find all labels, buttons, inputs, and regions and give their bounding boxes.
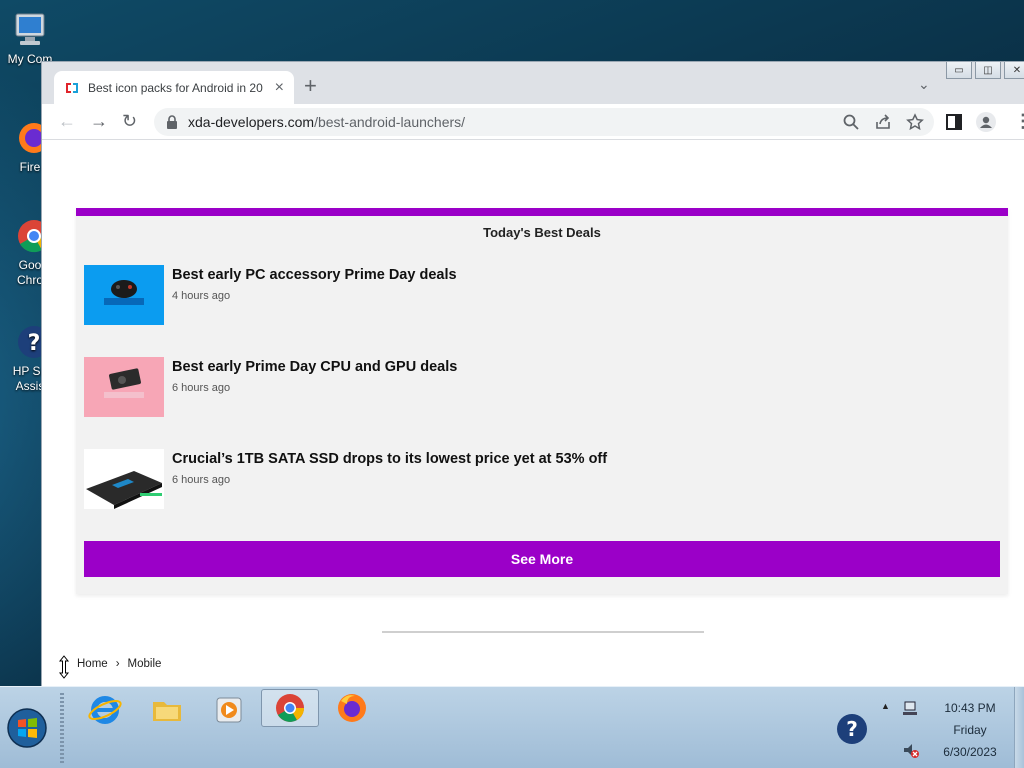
menu-kebab-icon[interactable]: ⋮: [1014, 111, 1024, 131]
svg-text:?: ?: [846, 717, 858, 741]
network-icon[interactable]: [902, 699, 920, 717]
content-divider: [382, 631, 704, 633]
clock-date: 6/30/2023: [943, 745, 997, 759]
breadcrumb: Home › Mobile: [77, 658, 161, 670]
back-arrow-icon[interactable]: ←: [58, 111, 76, 131]
xda-favicon-icon: [66, 82, 78, 93]
system-tray: ? ▲ 10:43 PM Friday 6/30/2023: [837, 687, 1024, 768]
profile-avatar-icon[interactable]: [976, 112, 996, 132]
search-icon[interactable]: [842, 113, 860, 131]
deal-title[interactable]: Best early PC accessory Prime Day deals: [172, 267, 457, 283]
forward-arrow-icon[interactable]: →: [90, 111, 108, 131]
deal-item[interactable]: Best early Prime Day CPU and GPU deals 6…: [84, 357, 457, 417]
desktop-icon-my-computer[interactable]: My Com: [0, 10, 60, 67]
deal-time: 6 hours ago: [172, 382, 231, 394]
reload-icon[interactable]: ↻: [122, 111, 137, 131]
maximize-button[interactable]: ◫: [975, 62, 1001, 79]
show-hidden-icons-arrow-icon[interactable]: ▲: [881, 701, 890, 711]
breadcrumb-separator-icon: ›: [115, 658, 120, 670]
browser-window: Best icon packs for Android in 20 × + ⌄ …: [41, 61, 1024, 687]
minimize-button[interactable]: ▭: [946, 62, 972, 79]
tab-active[interactable]: Best icon packs for Android in 20 ×: [54, 71, 294, 104]
deal-time: 4 hours ago: [172, 290, 231, 302]
deal-time: 6 hours ago: [172, 474, 231, 486]
clock-day: Friday: [953, 723, 987, 737]
gpu-card-icon: [104, 368, 144, 398]
chrome-icon: [276, 694, 304, 722]
tab-search-chevron-icon[interactable]: ⌄: [918, 76, 930, 93]
lock-icon: [167, 115, 177, 129]
tab-bar: Best icon packs for Android in 20 × + ⌄ …: [42, 62, 1024, 104]
breadcrumb-mobile-link[interactable]: Mobile: [128, 658, 162, 670]
window-controls: ▭ ◫ ✕: [946, 62, 1024, 79]
tab-close-icon[interactable]: ×: [275, 79, 284, 96]
deals-heading: Today's Best Deals: [483, 225, 601, 240]
ssd-drive-icon: [86, 471, 162, 509]
deal-thumbnail[interactable]: [84, 449, 164, 509]
share-icon[interactable]: [874, 113, 892, 131]
deal-item[interactable]: Best early PC accessory Prime Day deals …: [84, 265, 457, 325]
new-tab-button[interactable]: +: [304, 75, 317, 97]
taskbar-firefox[interactable]: [323, 689, 381, 727]
media-player-icon: [216, 697, 242, 723]
close-window-button[interactable]: ✕: [1004, 62, 1024, 79]
firefox-icon: [338, 694, 366, 722]
url-text: xda-developers.com/best-android-launcher…: [188, 114, 465, 130]
clock[interactable]: 10:43 PM Friday 6/30/2023: [932, 697, 1008, 763]
start-button-windows-icon[interactable]: [6, 707, 48, 749]
internet-explorer-icon: [88, 696, 122, 724]
deal-title[interactable]: Best early Prime Day CPU and GPU deals: [172, 359, 457, 375]
show-desktop-button[interactable]: [1014, 687, 1024, 768]
deal-title[interactable]: Crucial’s 1TB SATA SSD drops to its lowe…: [172, 451, 607, 467]
taskbar-internet-explorer[interactable]: [76, 691, 134, 729]
hp-support-help-icon[interactable]: ?: [836, 713, 868, 745]
clock-time: 10:43 PM: [944, 701, 996, 715]
computer-icon: [10, 10, 50, 50]
taskbar-grip: [60, 693, 64, 763]
taskbar-media-player[interactable]: [200, 691, 258, 729]
url-path: /best-android-launchers/: [314, 114, 466, 130]
page-content: Today's Best Deals Best early PC accesso…: [42, 141, 1024, 686]
deal-thumbnail[interactable]: [84, 357, 164, 417]
address-bar[interactable]: xda-developers.com/best-android-launcher…: [154, 108, 934, 136]
bookmark-star-icon[interactable]: [906, 113, 924, 131]
see-more-button[interactable]: See More: [84, 541, 1000, 577]
file-explorer-icon: [153, 702, 181, 721]
deal-item[interactable]: Crucial’s 1TB SATA SSD drops to its lowe…: [84, 449, 607, 509]
svg-text:?: ?: [28, 331, 41, 356]
breadcrumb-home-link[interactable]: Home: [77, 658, 108, 670]
url-host: xda-developers.com: [188, 114, 315, 130]
side-panel-icon[interactable]: [944, 112, 964, 132]
deals-widget: Today's Best Deals Best early PC accesso…: [76, 208, 1008, 594]
taskbar-chrome[interactable]: [261, 689, 319, 727]
browser-toolbar: ← → ↻ xda-developers.com/best-android-la…: [42, 104, 1024, 140]
taskbar-file-explorer[interactable]: [138, 691, 196, 729]
tab-title: Best icon packs for Android in 20: [88, 80, 263, 95]
gamepad-icon: [104, 280, 144, 305]
taskbar: ? ▲ 10:43 PM Friday 6/30/2023: [0, 686, 1024, 768]
deal-thumbnail[interactable]: [84, 265, 164, 325]
resize-cursor-icon: [58, 655, 70, 679]
volume-muted-icon[interactable]: [902, 741, 920, 759]
